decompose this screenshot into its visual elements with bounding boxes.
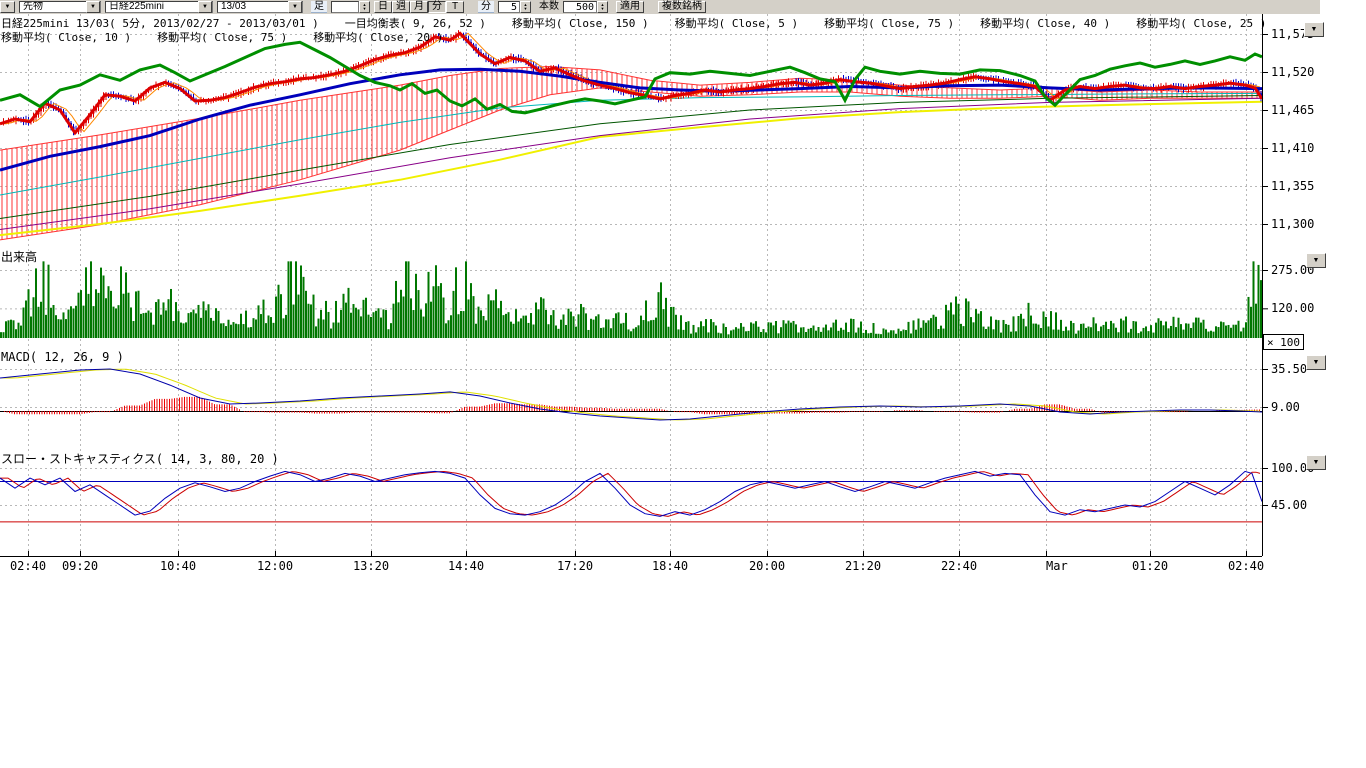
- contract-month-dropdown[interactable]: 13/03 ▼: [217, 1, 303, 13]
- macd-panel-scale-dropdown[interactable]: ▼: [1306, 355, 1326, 370]
- time-axis-tick: 13:20: [353, 559, 389, 573]
- spinner-down-icon: ▼: [601, 7, 605, 11]
- period-weekly-button[interactable]: 週: [392, 1, 410, 13]
- legend-item[interactable]: 移動平均( Close, 25 ): [1136, 15, 1266, 31]
- price-axis-tick: 11,410: [1271, 141, 1314, 155]
- spinner-down-icon: ▼: [524, 7, 528, 11]
- stochastics-panel-label[interactable]: スロー・ストキャスティクス( 14, 3, 80, 20 ): [1, 450, 279, 467]
- bar-type-input[interactable]: [331, 1, 359, 13]
- time-axis-tick: 10:40: [160, 559, 196, 573]
- price-axis-tick: 11,300: [1271, 217, 1314, 231]
- macd-panel-label[interactable]: MACD( 12, 26, 9 ): [1, 350, 124, 364]
- legend-item[interactable]: 移動平均( Close, 10 ): [1, 29, 131, 45]
- period-monthly-button[interactable]: 月: [410, 1, 428, 13]
- time-axis-tick: Mar: [1046, 559, 1068, 573]
- legend-item[interactable]: 移動平均( Close, 150 ): [512, 15, 649, 31]
- price-axis-tick: 11,520: [1271, 65, 1314, 79]
- time-axis-tick: 02:40: [10, 559, 46, 573]
- time-axis-tick: 21:20: [845, 559, 881, 573]
- time-axis-tick: 20:00: [749, 559, 785, 573]
- chevron-down-icon[interactable]: ▼: [86, 1, 100, 13]
- price-axis-tick: 11,465: [1271, 103, 1314, 117]
- category-dropdown[interactable]: 先物 ▼: [19, 1, 101, 13]
- leftmost-partial-dropdown-button[interactable]: ▼: [0, 1, 15, 13]
- contract-value: 13/03: [218, 2, 249, 12]
- time-axis-tick: 14:40: [448, 559, 484, 573]
- legend-row-2: 移動平均( Close, 10 ) 移動平均( Close, 75 ) 移動平均( …: [1, 29, 469, 45]
- spinner-down-icon: ▼: [363, 7, 367, 11]
- bar-count-spinner[interactable]: ▲▼: [597, 1, 608, 13]
- time-axis-tick: 09:20: [62, 559, 98, 573]
- category-value: 先物: [20, 2, 46, 12]
- minutes-spinner[interactable]: ▲▼: [520, 1, 531, 13]
- price-panel-scale-dropdown[interactable]: ▼: [1304, 22, 1324, 37]
- legend-item[interactable]: 移動平均( Close, 75 ): [157, 29, 287, 45]
- bar-count-input[interactable]: [563, 1, 597, 13]
- bar-count-label: 本数: [539, 2, 559, 12]
- time-axis-tick: 17:20: [557, 559, 593, 573]
- chart-canvas[interactable]: [0, 0, 1340, 580]
- volume-axis-tick: 120.00: [1271, 301, 1314, 315]
- legend-item[interactable]: 移動平均( Close, 75 ): [824, 15, 954, 31]
- symbol-value: 日経225mini: [106, 2, 167, 12]
- legend-item[interactable]: 移動平均( Close, 40 ): [980, 15, 1110, 31]
- volume-multiplier-badge: × 100: [1263, 334, 1304, 350]
- time-axis-tick: 22:40: [941, 559, 977, 573]
- minutes-input[interactable]: [498, 1, 520, 13]
- chevron-down-icon[interactable]: ▼: [288, 1, 302, 13]
- legend-item[interactable]: 移動平均( Close, 20 ): [313, 29, 443, 45]
- macd-axis-tick: 35.50: [1271, 362, 1307, 376]
- macd-axis-tick: 9.00: [1271, 400, 1300, 414]
- chevron-down-icon: ▼: [1313, 359, 1320, 366]
- volume-panel-scale-dropdown[interactable]: ▼: [1306, 253, 1326, 268]
- time-axis-tick: 18:40: [652, 559, 688, 573]
- volume-panel-label[interactable]: 出来高: [1, 248, 37, 265]
- period-tick-button[interactable]: T: [446, 1, 464, 13]
- stochastics-axis-tick: 45.00: [1271, 498, 1307, 512]
- legend-item[interactable]: 移動平均( Close, 5 ): [675, 15, 798, 31]
- multi-symbol-button[interactable]: 複数銘柄: [658, 1, 706, 13]
- time-axis-tick: 12:00: [257, 559, 293, 573]
- bar-type-spinner[interactable]: ▲▼: [359, 1, 370, 13]
- time-axis-tick: 02:40: [1228, 559, 1264, 573]
- apply-button[interactable]: 適用: [616, 1, 644, 13]
- time-axis-tick: 01:20: [1132, 559, 1168, 573]
- minutes-label: 分: [478, 1, 494, 13]
- period-minute-button[interactable]: 分: [428, 1, 446, 13]
- chevron-down-icon: ▼: [1313, 459, 1320, 466]
- period-daily-button[interactable]: 日: [374, 1, 392, 13]
- chevron-down-icon[interactable]: ▼: [198, 1, 212, 13]
- stochastics-panel-scale-dropdown[interactable]: ▼: [1306, 455, 1326, 470]
- bar-type-label: 足: [311, 1, 327, 13]
- chevron-down-icon: ▼: [1311, 26, 1318, 33]
- price-axis-tick: 11,355: [1271, 179, 1314, 193]
- symbol-dropdown[interactable]: 日経225mini ▼: [105, 1, 213, 13]
- chevron-down-icon: ▼: [1313, 257, 1320, 264]
- application-window: ▼ 先物 ▼ 日経225mini ▼ 13/03 ▼ 足 ▲▼ 日 週 月 分 …: [0, 0, 1366, 768]
- toolbar: ▼ 先物 ▼ 日経225mini ▼ 13/03 ▼ 足 ▲▼ 日 週 月 分 …: [0, 0, 1320, 14]
- chevron-down-icon: ▼: [5, 2, 11, 12]
